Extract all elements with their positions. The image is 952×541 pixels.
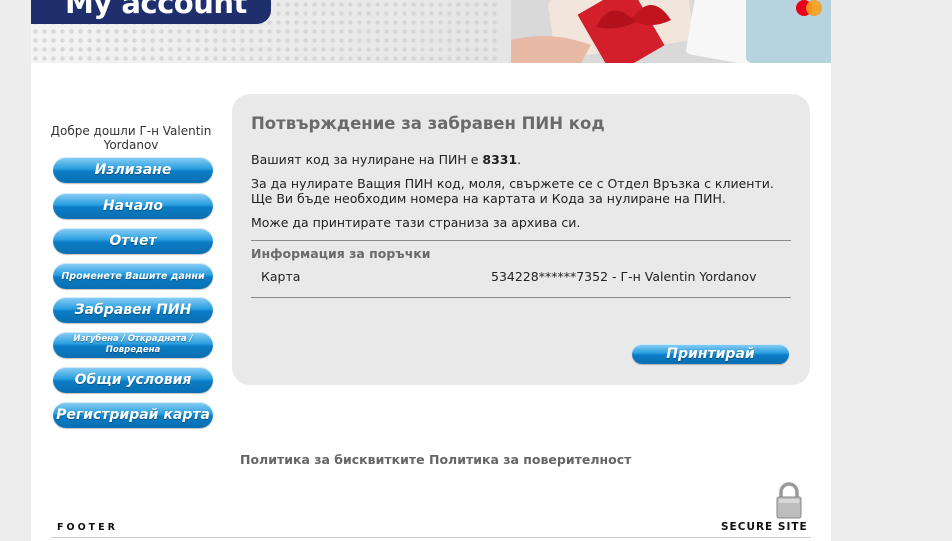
register-card-button[interactable]: Регистрирай карта: [53, 402, 213, 428]
page: My account Добре дошли Г-н Valentin Yord…: [31, 0, 831, 541]
instructions-text: За да нулирате Ващия ПИН код, моля, свър…: [251, 176, 774, 206]
welcome-message: Добре дошли Г-н Valentin Yordanov: [50, 124, 212, 152]
pin-confirmation-panel: Потвърждение за забравен ПИН код Вашият …: [232, 94, 810, 385]
header-banner: My account: [31, 0, 831, 63]
cookie-policy-link[interactable]: Политика за бисквитките: [240, 452, 425, 467]
logout-button[interactable]: Излизане: [53, 157, 213, 183]
footer-label: FOOTER: [57, 522, 118, 533]
secure-site-label: SECURE SITE: [721, 521, 808, 533]
lock-icon: [776, 482, 802, 519]
print-button[interactable]: Принтирай: [632, 344, 789, 364]
change-details-button[interactable]: Променете Вашите данни: [53, 263, 213, 289]
divider: [251, 240, 791, 241]
privacy-policy-link[interactable]: Политика за поверителност: [429, 452, 631, 467]
order-info-heading: Информация за поръчки: [251, 246, 431, 261]
card-value: 534228******7352 - Г-н Valentin Yordanov: [491, 269, 757, 284]
gift-card-photo: [511, 0, 831, 63]
home-button[interactable]: Начало: [53, 193, 213, 219]
divider: [251, 297, 791, 298]
reset-code: 8331: [482, 152, 518, 167]
logo[interactable]: My account: [31, 0, 271, 24]
reset-code-line: Вашият код за нулиране на ПИН е 8331.: [251, 152, 796, 167]
card-label: Карта: [261, 269, 301, 284]
page-title: Потвърждение за забравен ПИН код: [251, 114, 605, 133]
footer-divider: [51, 537, 811, 538]
terms-button[interactable]: Общи условия: [53, 367, 213, 393]
reset-code-suffix: .: [517, 152, 522, 167]
statement-button[interactable]: Отчет: [53, 228, 213, 254]
print-note: Може да принтирате тази страниза за архи…: [251, 215, 581, 230]
lost-stolen-damaged-button[interactable]: Изгубена / Откраднатa / Повредена: [53, 332, 213, 358]
forgotten-pin-button[interactable]: Забравен ПИН: [53, 297, 213, 323]
logo-text: My account: [65, 0, 247, 20]
reset-code-prefix: Вашият код за нулиране на ПИН е: [251, 152, 483, 167]
